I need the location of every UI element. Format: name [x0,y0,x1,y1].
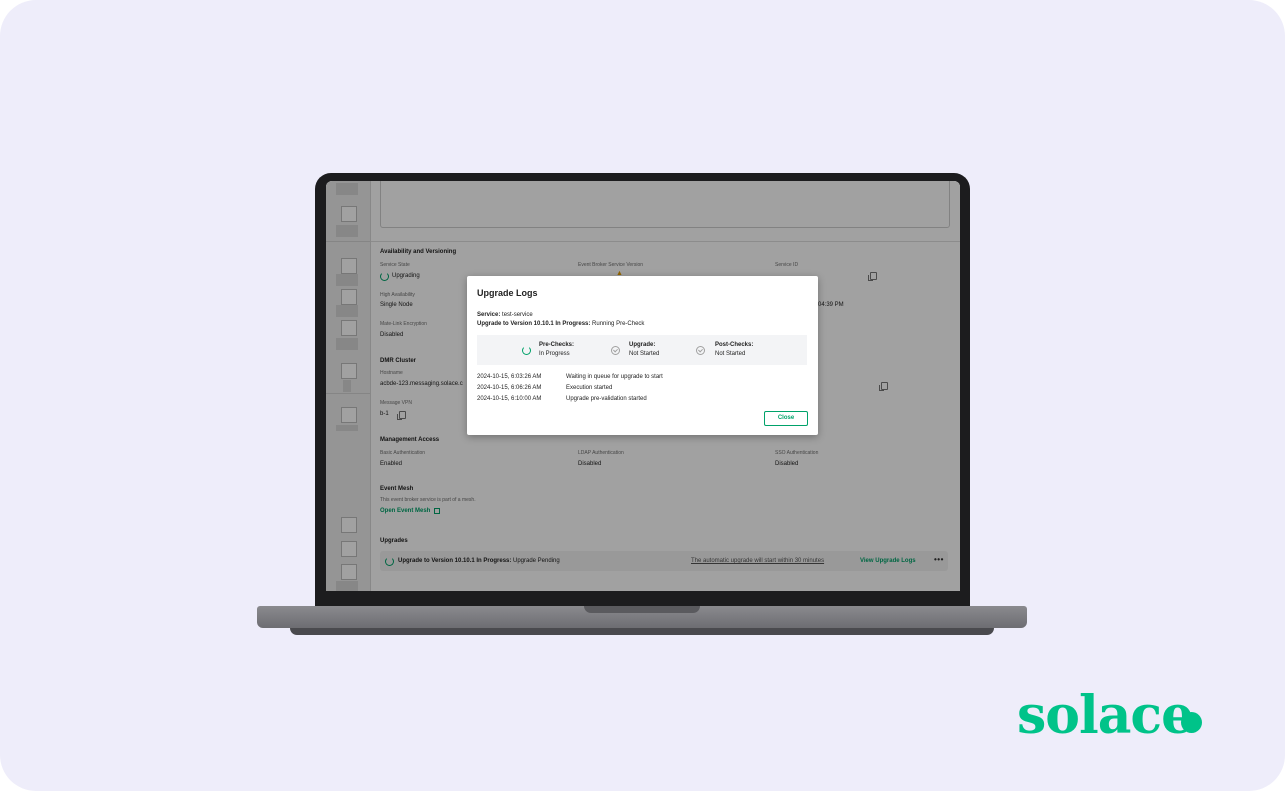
upgrade-steps: Pre-Checks: In Progress Upgrade: Not Sta… [477,335,807,365]
step-title: Pre-Checks: [539,342,575,348]
dialog-title: Upgrade Logs [477,288,538,298]
log-message: Upgrade pre-validation started [566,396,647,402]
step-status: Not Started [629,351,660,357]
log-message: Waiting in queue for upgrade to start [566,374,663,380]
progress-value: Running Pre-Check [592,321,645,327]
step-status: In Progress [539,351,570,357]
service-value: test-service [502,312,533,318]
log-message: Execution started [566,385,613,391]
solace-logo: solace [1017,685,1194,746]
log-timestamp: 2024-10-15, 6:03:26 AM [477,374,542,380]
progress-label: Upgrade to Version 10.10.1 In Progress: [477,321,591,327]
progress-line: Upgrade to Version 10.10.1 In Progress: … [477,321,644,327]
service-label: Service: [477,312,501,318]
laptop-hinge-notch [584,606,700,613]
log-timestamp: 2024-10-15, 6:10:00 AM [477,396,542,402]
step-title: Post-Checks: [715,342,754,348]
laptop-screen: Availability and Versioning Service Stat… [326,181,960,591]
close-button[interactable]: Close [764,411,808,426]
step-status: Not Started [715,351,746,357]
check-circle-icon [611,346,620,355]
check-circle-icon [696,346,705,355]
upgrade-logs-dialog: Upgrade Logs Service: test-service Upgra… [467,276,818,435]
logo-dot [1181,712,1202,733]
step-title: Upgrade: [629,342,656,348]
log-timestamp: 2024-10-15, 6:06:26 AM [477,385,542,391]
service-line: Service: test-service [477,312,533,318]
in-progress-spinner-icon [522,346,531,355]
laptop-base-bottom [290,628,994,635]
